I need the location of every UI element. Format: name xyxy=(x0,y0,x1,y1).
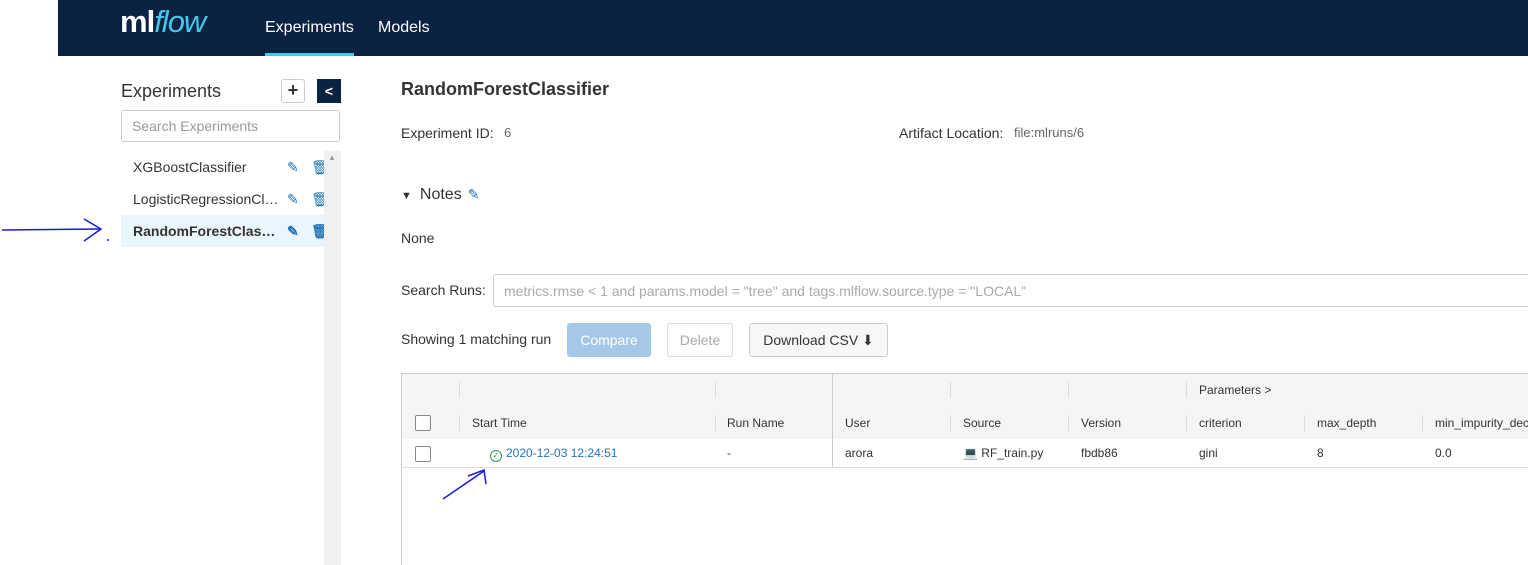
check-circle-icon: ✓ xyxy=(490,450,502,462)
user-cell: arora xyxy=(845,446,874,460)
annotation-arrow-left xyxy=(1,218,103,242)
column-header-min-impurity[interactable]: min_impurity_dec xyxy=(1435,407,1528,439)
search-runs-label: Search Runs: xyxy=(401,282,486,298)
run-count-text: Showing 1 matching run xyxy=(401,331,552,347)
chevron-right-icon[interactable]: > xyxy=(1264,383,1271,397)
column-separator xyxy=(1068,415,1069,431)
pinned-column-divider xyxy=(832,374,833,467)
notes-label: Notes xyxy=(419,186,462,203)
laptop-icon: 💻 xyxy=(963,446,978,460)
delete-button[interactable]: Delete xyxy=(667,323,733,357)
parameters-label: Parameters xyxy=(1199,383,1262,397)
column-header-source[interactable]: Source xyxy=(963,407,1001,439)
artifact-location-label: Artifact Location: xyxy=(899,125,1004,141)
column-separator xyxy=(1068,382,1069,398)
column-header-start-time[interactable]: Start Time xyxy=(472,407,527,439)
experiment-id-value: 6 xyxy=(504,125,512,140)
source-text: RF_train.py xyxy=(981,446,1044,460)
column-separator xyxy=(715,382,716,398)
column-header-user[interactable]: User xyxy=(845,407,870,439)
search-runs-input[interactable] xyxy=(493,274,1528,307)
download-csv-label: Download CSV xyxy=(763,332,859,348)
version-cell[interactable]: fbdb86 xyxy=(1081,439,1118,467)
column-separator xyxy=(950,415,951,431)
start-time-text: 2020-12-03 12:24:51 xyxy=(506,446,618,460)
min-impurity-cell: 0.0 xyxy=(1435,446,1452,460)
start-time-link[interactable]: ✓ 2020-12-03 12:24:51 xyxy=(490,439,617,467)
column-separator xyxy=(1186,415,1187,431)
edit-notes-icon[interactable]: ✎ xyxy=(468,186,480,202)
column-header-version[interactable]: Version xyxy=(1081,407,1121,439)
notes-header[interactable]: ▼ Notes ✎ xyxy=(401,186,479,204)
table-header-row: Start Time Run Name User Source Version … xyxy=(402,407,1528,440)
compare-button[interactable]: Compare xyxy=(567,323,651,357)
caret-down-icon[interactable]: ▼ xyxy=(401,190,412,202)
max-depth-cell: 8 xyxy=(1317,446,1324,460)
download-csv-button[interactable]: Download CSV ⬇ xyxy=(749,323,888,357)
column-separator xyxy=(1422,415,1423,431)
select-all-checkbox[interactable] xyxy=(415,415,431,431)
table-group-header: Parameters > xyxy=(402,374,1528,408)
runs-table: Parameters > Start Time Run Name User So… xyxy=(401,373,1528,565)
annotation-dot xyxy=(107,239,109,241)
column-separator xyxy=(459,382,460,398)
download-icon: ⬇ xyxy=(862,332,874,348)
table-row[interactable]: ✓ 2020-12-03 12:24:51 - arora 💻 RF_train.… xyxy=(402,439,1528,468)
experiment-title: RandomForestClassifier xyxy=(401,79,610,99)
row-checkbox[interactable] xyxy=(415,446,431,462)
column-separator xyxy=(715,415,716,431)
column-header-max-depth[interactable]: max_depth xyxy=(1317,407,1376,439)
column-header-criterion[interactable]: criterion xyxy=(1199,407,1242,439)
criterion-cell: gini xyxy=(1199,446,1218,460)
column-header-run-name[interactable]: Run Name xyxy=(727,407,784,439)
experiment-id-label: Experiment ID: xyxy=(401,125,494,141)
column-separator xyxy=(459,415,460,431)
parameters-group-header[interactable]: Parameters > xyxy=(1199,374,1271,407)
run-name-cell: - xyxy=(727,446,731,460)
source-cell[interactable]: 💻 RF_train.py xyxy=(963,439,1043,467)
column-separator xyxy=(1304,415,1305,431)
column-separator xyxy=(1186,382,1187,398)
column-separator xyxy=(950,382,951,398)
artifact-location-value: file:mlruns/6 xyxy=(1014,125,1085,140)
notes-content: None xyxy=(401,230,435,246)
